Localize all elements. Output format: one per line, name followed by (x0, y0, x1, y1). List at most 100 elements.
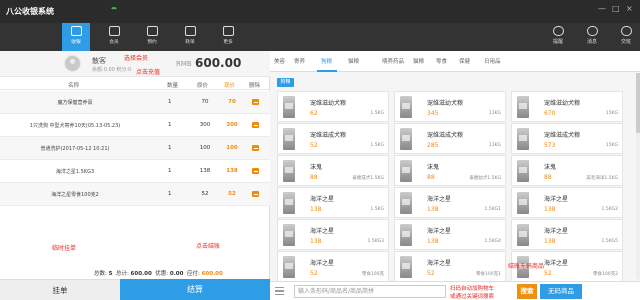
points-label: 积分: (116, 67, 129, 73)
maximize-button[interactable]: □ (612, 4, 620, 13)
nav-message[interactable]: 消息 (578, 23, 606, 51)
delete-icon[interactable] (252, 145, 259, 151)
header-qty: 数量 (167, 83, 179, 89)
product-image (283, 160, 295, 182)
item-qty[interactable]: 1 (168, 191, 172, 197)
product-card[interactable]: 沫鬼 88 泰捷成犬1.5KG (277, 155, 389, 186)
nav-reminder[interactable]: 提醒 (544, 23, 572, 51)
product-card[interactable]: 沫鬼 88 泰捷幼犬1.5KG (394, 155, 506, 186)
search-input[interactable] (294, 285, 446, 298)
tab-category[interactable]: 喂养药品 (382, 57, 404, 65)
menu-icon[interactable] (275, 287, 284, 295)
member-balance[interactable]: 余额:0.00 积分:0 (92, 66, 131, 73)
tab-category[interactable]: 美容 (274, 57, 285, 65)
annotation-recharge: 点击充值 (136, 69, 161, 76)
delete-icon[interactable] (252, 191, 259, 197)
product-price: 573 (544, 142, 556, 149)
search-bar: 扫码自动加购物车 或通过关键词搜索 搜索 无码商品 (270, 281, 640, 300)
minimize-button[interactable]: — (598, 4, 606, 13)
product-card[interactable]: 海洋之星 138 1.5KG5 (511, 219, 623, 250)
member-bar: 散客 余额:0.00 积分:0 选择会员 点击充值 RMB 600.00 (0, 51, 270, 77)
delete-icon[interactable] (252, 168, 259, 174)
item-current-price[interactable]: 138 (222, 168, 242, 174)
product-card[interactable]: 海洋之星 138 1.5KG2 (511, 187, 623, 218)
nav-label: 预约 (147, 39, 157, 45)
close-button[interactable]: × (626, 4, 633, 13)
table-row[interactable]: 海洋之星1.5KG3 1 138 138 (0, 160, 270, 183)
nav-appointment[interactable]: 预约 (138, 23, 166, 51)
product-price: 138 (427, 206, 439, 213)
avatar[interactable] (64, 55, 81, 72)
hang-order-button[interactable]: 挂单 (0, 279, 120, 300)
nav-more[interactable]: 更多 (214, 23, 242, 51)
product-price: 345 (427, 110, 439, 117)
product-spec: 美毛海洋1.5KG (586, 176, 618, 181)
product-image (283, 192, 295, 214)
item-current-price[interactable]: 300 (222, 122, 242, 128)
item-qty[interactable]: 1 (168, 168, 172, 174)
order-icon (184, 26, 196, 36)
due-value: 600.00 (201, 271, 223, 277)
nav-member[interactable]: 会员 (100, 23, 128, 51)
annotation-click-checkout: 点击结账 (196, 243, 221, 250)
product-card[interactable]: 宠维滋成犬粮 285 11KG (394, 123, 506, 154)
product-card[interactable]: 宠维滋幼犬粮 62 1.5KG (277, 91, 389, 122)
nav-orders[interactable]: 耗单 (176, 23, 204, 51)
product-card[interactable]: 海洋之星 52 零食100克 (277, 251, 389, 282)
item-current-price[interactable]: 52 (222, 191, 242, 197)
table-row[interactable]: 1只洗狗 中型犬寄养10天(05.13-05.23) 1 300 300 (0, 114, 270, 137)
product-card[interactable]: 海洋之星 138 1.5KG (277, 187, 389, 218)
product-image (400, 192, 412, 214)
annotation-non-code: 结账无码商品 (508, 263, 545, 270)
scrollbar-thumb[interactable] (636, 73, 640, 133)
tab-category[interactable]: 寄养 (294, 57, 305, 65)
item-qty[interactable]: 1 (168, 145, 172, 151)
product-card[interactable]: 海洋之星 52 零食100克1 (394, 251, 506, 282)
product-name: 宠维滋幼犬粮 (310, 100, 347, 107)
search-button[interactable]: 搜索 (517, 284, 537, 299)
product-card[interactable]: 海洋之星 138 1.5KG3 (277, 219, 389, 250)
non-code-goods-button[interactable]: 无码商品 (540, 284, 582, 299)
tab-category[interactable]: 保健 (459, 57, 470, 65)
product-card[interactable]: 宠维滋成犬粮 52 1.5KG (277, 123, 389, 154)
product-card[interactable]: 沫鬼 88 美毛海洋1.5KG (511, 155, 623, 186)
item-qty[interactable]: 1 (168, 99, 172, 105)
product-name: 海洋之星 (544, 260, 569, 267)
product-image (517, 96, 529, 118)
nav-label: 更多 (223, 39, 233, 45)
table-row[interactable]: 魔方保健营养膏 1 70 70 (0, 91, 270, 114)
tab-category[interactable]: 猫粮 (348, 57, 359, 65)
tab-category[interactable]: 日用品 (484, 57, 501, 65)
tab-category[interactable]: 狗粮 (321, 57, 332, 65)
scrollbar[interactable] (636, 73, 640, 279)
tab-category[interactable]: 猫粮 (413, 57, 424, 65)
product-image (283, 96, 295, 118)
delete-icon[interactable] (252, 99, 259, 105)
table-row[interactable]: 海洋之星零食100克2 1 52 52 (0, 183, 270, 206)
wifi-icon (110, 7, 118, 13)
product-card[interactable]: 宠维滋幼犬粮 345 11KG (394, 91, 506, 122)
product-card[interactable]: 海洋之星 138 1.5KG4 (394, 219, 506, 250)
tab-active-indicator (317, 70, 337, 72)
annotation-scan-hint: 扫码自动加购物车 (450, 286, 495, 292)
product-card[interactable]: 宠维滋成犬粮 573 15KG (511, 123, 623, 154)
product-name: 海洋之星 (427, 228, 452, 235)
nav-shift[interactable]: 交班 (612, 23, 640, 51)
tab-category[interactable]: 零食 (436, 57, 447, 65)
checkout-button[interactable]: 结算 (120, 279, 270, 300)
table-row[interactable]: 普通洗护(2017-05-12 10:21) 1 100 100 (0, 137, 270, 160)
main-toolbar: 收银 会员 预约 耗单 更多 提醒 消息 交班 (0, 23, 640, 51)
product-card[interactable]: 海洋之星 138 1.5KG1 (394, 187, 506, 218)
product-price: 138 (310, 206, 322, 213)
item-current-price[interactable]: 100 (222, 145, 242, 151)
nav-cashier[interactable]: 收银 (62, 23, 90, 51)
member-name[interactable]: 散客 (92, 56, 106, 66)
product-card[interactable]: 宠维滋幼犬粮 670 15KG (511, 91, 623, 122)
discount-label: 优惠: (155, 271, 169, 277)
delete-icon[interactable] (252, 122, 259, 128)
balance-label: 余额: (92, 67, 104, 73)
item-current-price[interactable]: 70 (222, 99, 242, 105)
item-qty[interactable]: 1 (168, 122, 172, 128)
subcategory-tag[interactable]: 狗粮 (277, 78, 294, 87)
product-name: 宠维滋幼犬粮 (427, 100, 464, 107)
